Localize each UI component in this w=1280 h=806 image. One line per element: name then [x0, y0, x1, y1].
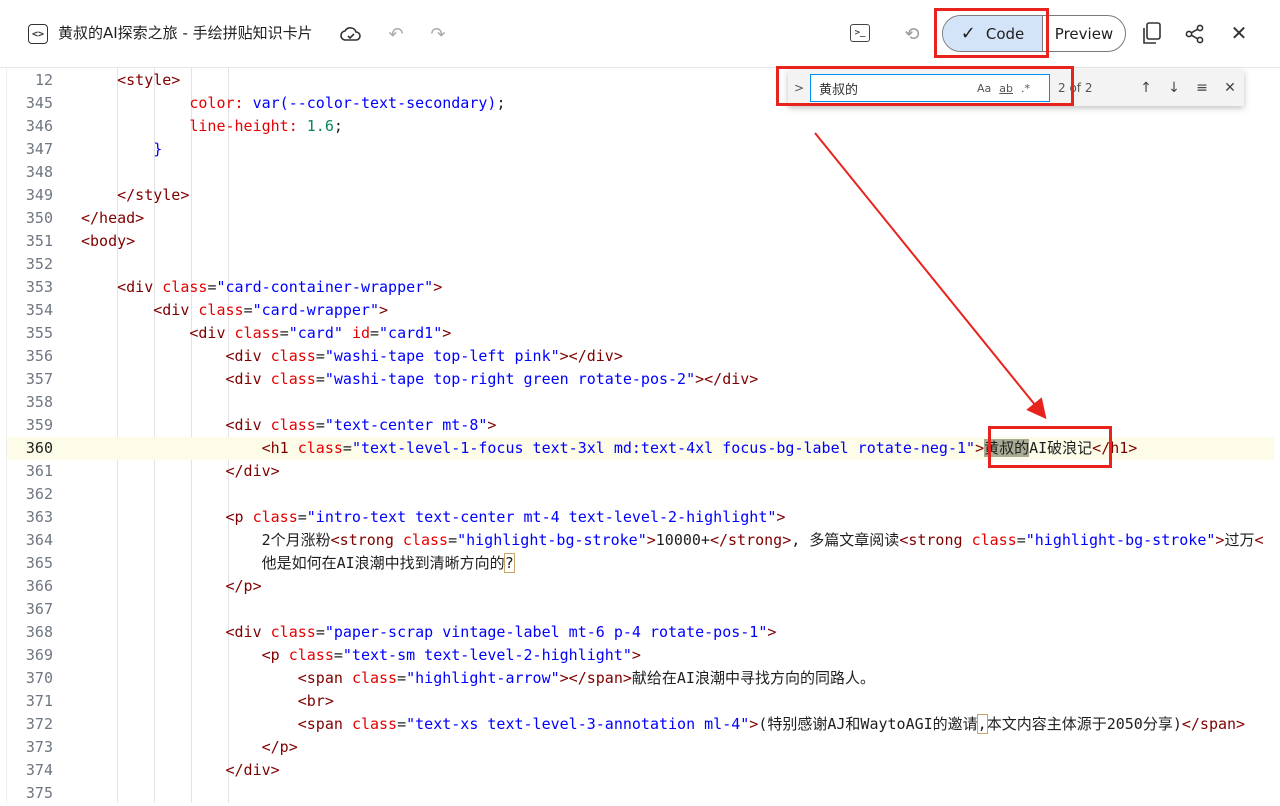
annotation-arrow [814, 132, 1047, 420]
